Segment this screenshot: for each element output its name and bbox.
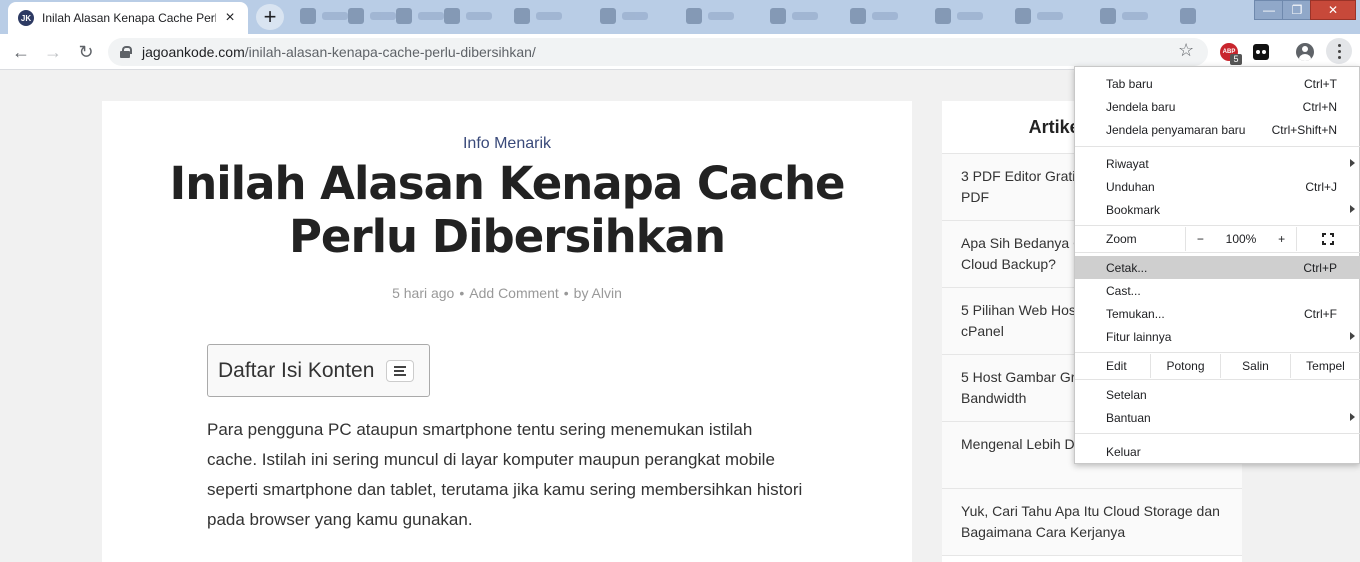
background-tab[interactable] (686, 8, 734, 24)
menu-separator (1075, 379, 1360, 380)
url-domain: jagoankode.com (142, 44, 245, 60)
window-close-button[interactable]: ✕ (1310, 0, 1356, 20)
chrome-menu-button[interactable] (1326, 38, 1352, 64)
background-tab[interactable] (444, 8, 492, 24)
cut-button[interactable]: Potong (1150, 354, 1220, 378)
article-meta: 5 hari ago • Add Comment • by Alvin (392, 285, 622, 301)
menu-item-bookmarks[interactable]: Bookmark (1075, 198, 1360, 221)
forward-arrow-icon[interactable]: → (40, 39, 66, 65)
lock-icon[interactable] (120, 46, 132, 58)
submenu-arrow-icon (1350, 332, 1355, 340)
zoom-out-button[interactable]: − (1197, 232, 1204, 246)
zoom-level: 100% (1225, 232, 1257, 246)
background-tab[interactable] (396, 8, 444, 24)
reload-icon[interactable]: ↻ (73, 39, 99, 65)
table-of-contents: Daftar Isi Konten (207, 344, 430, 397)
tab-favicon-icon (1100, 8, 1116, 24)
menu-item-new-tab[interactable]: Tab baru Ctrl+T (1075, 72, 1360, 95)
article-author[interactable]: by Alvin (574, 285, 622, 301)
menu-item-help[interactable]: Bantuan (1075, 406, 1360, 429)
toc-toggle-icon[interactable] (386, 359, 415, 382)
add-comment-link[interactable]: Add Comment (469, 285, 558, 301)
article-paragraph: Para pengguna PC ataupun smartphone tent… (207, 420, 803, 529)
menu-separator (1075, 252, 1360, 253)
tab-favicon-icon (514, 8, 530, 24)
zoom-in-button[interactable]: + (1278, 232, 1285, 246)
menu-item-incognito[interactable]: Jendela penyamaran baru Ctrl+Shift+N (1075, 118, 1360, 141)
menu-item-exit[interactable]: Keluar (1075, 440, 1360, 463)
tab-favicon-icon (850, 8, 866, 24)
menu-item-settings[interactable]: Setelan (1075, 383, 1360, 406)
tab-favicon-icon (348, 8, 364, 24)
back-arrow-icon[interactable]: ← (8, 39, 34, 65)
chrome-main-menu: Tab baru Ctrl+T Jendela baru Ctrl+N Jendel… (1074, 66, 1360, 464)
menu-item-downloads[interactable]: Unduhan Ctrl+J (1075, 175, 1360, 198)
menu-item-more-tools[interactable]: Fitur lainnya (1075, 325, 1360, 348)
article-category[interactable]: Info Menarik (102, 135, 912, 153)
profile-avatar-icon[interactable] (1296, 43, 1314, 61)
tab-title: Inilah Alasan Kenapa Cache Perlu Dibersi… (42, 11, 216, 25)
menu-item-history[interactable]: Riwayat (1075, 152, 1360, 175)
edit-label: Edit (1106, 359, 1127, 373)
menu-separator (1075, 225, 1360, 226)
background-tab[interactable] (1015, 8, 1063, 24)
toc-label: Daftar Isi Konten (218, 358, 375, 382)
article-card: Info Menarik Inilah Alasan Kenapa Cache … (102, 101, 912, 562)
site-favicon-icon: JK (18, 10, 34, 26)
submenu-arrow-icon (1350, 159, 1355, 167)
background-tab[interactable] (300, 8, 348, 24)
menu-item-find[interactable]: Temukan... Ctrl+F (1075, 302, 1360, 325)
adblock-count-badge: 5 (1230, 54, 1242, 65)
tab-favicon-icon (396, 8, 412, 24)
tab-active[interactable]: JK Inilah Alasan Kenapa Cache Perlu Dibe… (8, 2, 248, 34)
background-tab[interactable] (514, 8, 562, 24)
tab-strip: JK Inilah Alasan Kenapa Cache Perlu Dibe… (0, 0, 1360, 34)
article-title: Inilah Alasan Kenapa Cache Perlu Dibersi… (169, 157, 845, 263)
menu-separator (1075, 352, 1360, 353)
address-bar[interactable]: jagoankode.com/inilah-alasan-kenapa-cach… (108, 38, 1208, 66)
tab-favicon-icon (600, 8, 616, 24)
article-date: 5 hari ago (392, 285, 455, 301)
menu-item-cast[interactable]: Cast... (1075, 279, 1360, 302)
tab-favicon-icon (300, 8, 316, 24)
background-tab[interactable] (1100, 8, 1148, 24)
zoom-label: Zoom (1106, 232, 1137, 246)
extension-icon[interactable] (1253, 44, 1269, 60)
menu-item-new-window[interactable]: Jendela baru Ctrl+N (1075, 95, 1360, 118)
background-tab[interactable] (348, 8, 396, 24)
tab-favicon-icon (444, 8, 460, 24)
tab-close-icon[interactable]: × (222, 10, 238, 26)
submenu-arrow-icon (1350, 205, 1355, 213)
copy-button[interactable]: Salin (1220, 354, 1290, 378)
sidebar-post-link[interactable]: Yuk, Cari Tahu Apa Itu Cloud Storage dan… (942, 489, 1242, 556)
zoom-row: Zoom − 100% + (1075, 227, 1360, 251)
maximize-button[interactable]: ❐ (1282, 0, 1312, 20)
tab-favicon-icon (1180, 8, 1196, 24)
background-tab[interactable] (935, 8, 983, 24)
background-tab[interactable] (850, 8, 898, 24)
fullscreen-icon[interactable] (1322, 233, 1334, 245)
tab-favicon-icon (935, 8, 951, 24)
menu-separator (1075, 146, 1360, 147)
background-tab[interactable] (1180, 8, 1196, 24)
tab-favicon-icon (1015, 8, 1031, 24)
browser-toolbar: ← → ↻ jagoankode.com/inilah-alasan-kenap… (0, 34, 1360, 70)
edit-row: Edit Potong Salin Tempel (1075, 354, 1360, 378)
background-tab[interactable] (770, 8, 818, 24)
submenu-arrow-icon (1350, 413, 1355, 421)
paste-button[interactable]: Tempel (1290, 354, 1360, 378)
bookmark-star-icon[interactable]: ☆ (1178, 40, 1194, 61)
tab-favicon-icon (770, 8, 786, 24)
minimize-button[interactable]: — (1254, 0, 1284, 20)
menu-item-print[interactable]: Cetak... Ctrl+P (1075, 256, 1360, 279)
background-tab[interactable] (600, 8, 648, 24)
tab-favicon-icon (686, 8, 702, 24)
url-path: /inilah-alasan-kenapa-cache-perlu-dibers… (244, 44, 536, 60)
menu-separator (1075, 433, 1360, 434)
new-tab-button[interactable]: + (256, 4, 284, 30)
zoom-controls: − 100% + (1185, 227, 1297, 251)
